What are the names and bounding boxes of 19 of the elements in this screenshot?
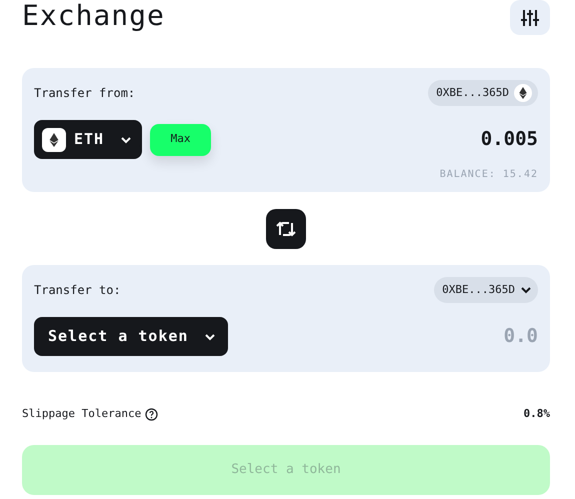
ethereum-icon xyxy=(514,84,532,102)
balance-text: BALANCE: 15.42 xyxy=(440,168,538,182)
slippage-value: 0.8% xyxy=(524,406,550,422)
wallet-address-dropdown[interactable]: 0XBE...365D xyxy=(434,277,538,303)
slippage-label: Slippage Tolerance xyxy=(22,406,142,422)
transfer-label: Transfer to: xyxy=(34,282,121,299)
wallet-address-dropdown[interactable]: 0XBE...365D xyxy=(428,80,538,106)
swap-button[interactable] xyxy=(266,209,306,249)
token-select-button[interactable]: ETH xyxy=(34,120,142,159)
help-icon[interactable] xyxy=(145,408,158,421)
ethereum-icon xyxy=(42,128,66,152)
max-button[interactable]: Max xyxy=(150,124,212,156)
transfer-label: Transfer from: xyxy=(34,85,136,102)
page-title: Exchange xyxy=(22,0,165,30)
token-select-button[interactable]: Select a token xyxy=(34,317,228,356)
settings-icon xyxy=(520,8,540,28)
amount-field[interactable]: 0.005 xyxy=(418,125,538,154)
amount-field[interactable]: 0.0 xyxy=(418,322,538,351)
settings-button[interactable] xyxy=(510,0,550,35)
